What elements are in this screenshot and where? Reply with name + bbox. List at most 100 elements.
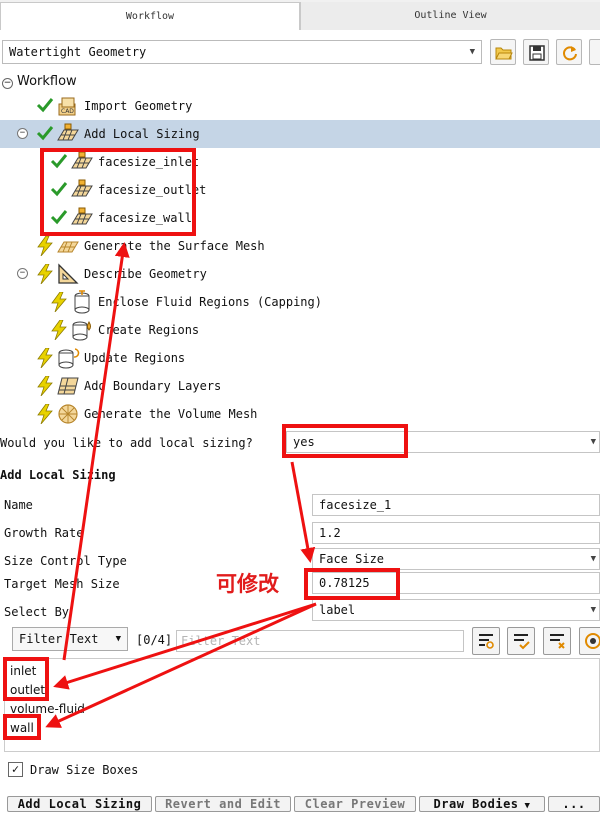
list-item-wall[interactable]: wall [10,721,34,735]
selection-count: [0/4] [136,633,173,647]
chevron-down-icon: ▼ [590,605,596,615]
size-control-type-label: Size Control Type [4,554,127,568]
workflow-tree-root[interactable]: − Workflow [2,74,77,89]
collapse-icon[interactable]: − [17,268,28,279]
workflow-item-label: facesize_wall [98,211,192,225]
deselect-all-button[interactable] [543,627,571,655]
tab-workflow[interactable]: Workflow [0,2,300,30]
size-control-type-select[interactable]: Face Size ▼ [312,548,600,570]
filter-mode-dropdown[interactable]: Filter Text ▼ [12,627,128,651]
filter-mode-value: Filter Text [19,632,99,646]
save-button[interactable] [523,39,549,65]
open-file-button[interactable] [490,39,516,65]
workflow-item-enclose-fluid-regions-capping[interactable]: Enclose Fluid Regions (Capping) [0,288,600,316]
mesh-grid-icon [70,150,94,174]
section-title: Add Local Sizing [0,468,116,482]
workflow-item-generate-the-surface-mesh[interactable]: Generate the Surface Mesh [0,232,600,260]
target-mesh-size-label: Target Mesh Size [4,577,120,591]
more-options-button[interactable]: ... [548,796,600,812]
workflow-item-facesize-outlet[interactable]: facesize_outlet [0,176,600,204]
chevron-down-icon: ▼ [590,437,596,447]
workflow-item-label: Describe Geometry [84,267,207,281]
workflow-item-generate-the-volume-mesh[interactable]: Generate the Volume Mesh [0,400,600,428]
workflow-type-select[interactable]: Watertight Geometry ▼ [2,40,482,64]
clear-list-icon [550,634,565,649]
lightning-icon [50,319,68,341]
refresh-button[interactable] [556,39,582,65]
target-icon [585,633,600,649]
filter-list-icon [479,634,494,649]
lightning-icon [36,347,54,369]
target-button[interactable] [579,627,600,655]
help-button[interactable] [589,39,600,65]
draw-bodies-label: Draw Bodies [433,797,519,811]
check-icon [50,152,68,172]
workflow-item-import-geometry[interactable]: CAD Import Geometry [0,92,600,120]
lightning-icon [50,291,68,313]
workflow-item-describe-geometry[interactable]: − Describe Geometry [0,260,600,288]
list-item-volume-fluid[interactable]: volume-fluid [10,702,85,716]
lightning-icon [36,375,54,397]
workflow-type-value: Watertight Geometry [9,45,147,59]
task-panel: Would you like to add local sizing? yes … [0,426,600,816]
lightning-icon [36,263,54,285]
cad-import-icon: CAD [56,94,80,118]
collapse-icon[interactable]: − [17,128,28,139]
workflow-item-facesize-inlet[interactable]: facesize_inlet [0,148,600,176]
tab-bar: Workflow Outline View [0,0,600,30]
boundary-layers-icon [56,374,80,398]
check-list-icon [514,634,530,650]
label-list: inlet outlet volume-fluid wall [4,658,600,752]
local-sizing-answer-value: yes [293,435,315,449]
workflow-item-create-regions[interactable]: Create Regions [0,316,600,344]
workflow-item-label: Create Regions [98,323,200,337]
chevron-down-icon: ▼ [590,554,596,564]
local-sizing-answer-select[interactable]: yes ▼ [286,431,600,453]
workflow-item-update-regions[interactable]: Update Regions [0,344,600,372]
update-regions-icon [56,346,80,370]
workflow-tree: − Workflow CAD Import Geometry − Add Local S… [0,70,600,426]
growth-rate-input[interactable]: 1.2 [312,522,600,544]
revert-and-edit-button[interactable]: Revert and Edit [155,796,291,812]
workflow-item-label: Enclose Fluid Regions (Capping) [98,295,322,309]
workflow-item-label: Add Local Sizing [84,127,200,141]
folder-open-icon [495,47,513,60]
select-all-button[interactable] [507,627,535,655]
chevron-down-icon: ▼ [469,47,475,57]
volume-mesh-icon [56,402,80,426]
workflow-item-add-local-sizing[interactable]: − Add Local Sizing [0,120,600,148]
draw-size-boxes-checkbox[interactable]: ✓ [8,762,23,777]
workflow-item-label: facesize_outlet [98,183,207,197]
create-regions-icon [70,318,94,342]
clear-preview-button[interactable]: Clear Preview [294,796,416,812]
workflow-item-add-boundary-layers[interactable]: Add Boundary Layers [0,372,600,400]
select-by-label: Select By [4,605,70,619]
draw-size-boxes-label: Draw Size Boxes [30,763,139,777]
describe-geometry-icon [56,262,80,286]
collapse-icon[interactable]: − [2,78,13,89]
mesh-grid-icon [70,206,94,230]
name-input[interactable]: facesize_1 [312,494,600,516]
draw-bodies-button[interactable]: Draw Bodies ▼ [419,796,545,812]
workflow-item-label: Add Boundary Layers [84,379,222,393]
check-icon [36,124,54,144]
select-by-select[interactable]: label ▼ [312,599,600,621]
list-item-inlet[interactable]: inlet [10,664,36,678]
workflow-item-facesize-wall[interactable]: facesize_wall [0,204,600,232]
filter-text-input[interactable]: Filter Text [176,630,464,652]
add-local-sizing-button[interactable]: Add Local Sizing [7,796,152,812]
lightning-icon [36,235,54,257]
tab-outline-view[interactable]: Outline View [300,2,600,30]
lightning-icon [36,403,54,425]
workflow-item-label: Generate the Surface Mesh [84,239,265,253]
filter-options-button[interactable] [472,627,500,655]
capping-icon [70,290,94,314]
list-item-outlet[interactable]: outlet [10,683,45,697]
target-mesh-size-input[interactable]: 0.78125 [312,572,600,594]
name-label: Name [4,498,33,512]
workflow-item-label: facesize_inlet [98,155,200,169]
check-icon [50,180,68,200]
growth-rate-label: Growth Rate [4,526,84,540]
refresh-icon [563,46,577,61]
workflow-item-label: Import Geometry [84,99,193,113]
